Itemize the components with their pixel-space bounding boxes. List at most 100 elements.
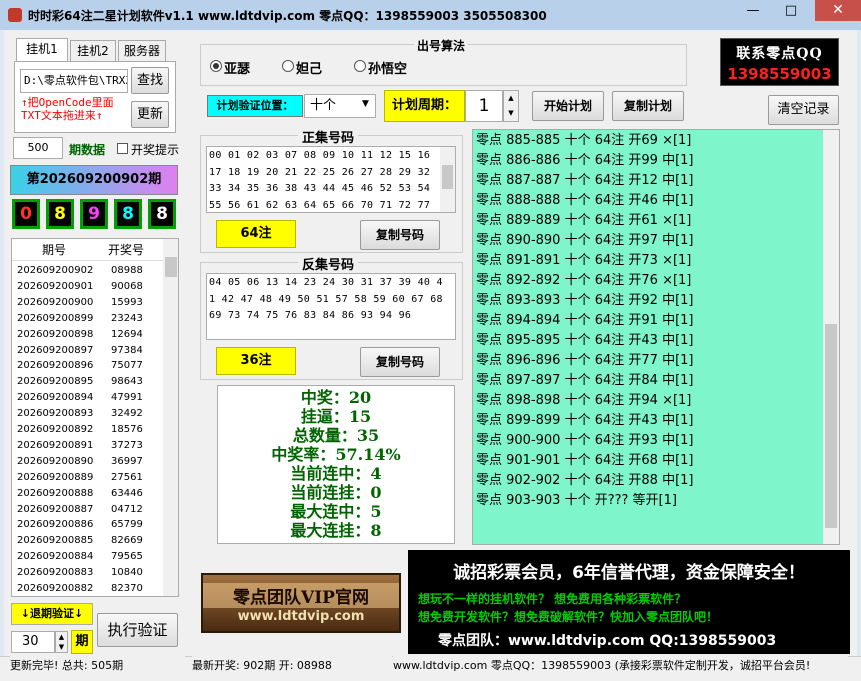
table-row[interactable]: 202609200887 04712	[12, 502, 160, 519]
algo-label-daji: 妲己	[296, 62, 323, 77]
history-number: 75077	[111, 360, 143, 372]
period-button[interactable]: 期	[71, 630, 93, 654]
table-row[interactable]: 202609200885 82669	[12, 533, 160, 550]
minimize-button[interactable]: —	[738, 1, 768, 21]
promo-banner[interactable]: 诚招彩票会员，6年信誉代理，资金保障安全！ 想玩不一样的挂机软件？ 想免费用各种…	[408, 550, 850, 654]
table-row[interactable]: 202609200899 23243	[12, 311, 160, 328]
table-row[interactable]: 202609200895 98643	[12, 374, 160, 391]
history-number: 32492	[111, 408, 143, 420]
log-panel: 零点 885-885 十个 64注 开69 ×[1] 零点 886-886 十个 …	[472, 129, 840, 545]
history-number: 97384	[111, 344, 143, 356]
table-row[interactable]: 202609200890 36997	[12, 454, 160, 471]
history-header-number: 开奖号	[108, 243, 145, 257]
period-count-label: 期数据	[69, 143, 106, 157]
copy-negative-button[interactable]: 复制号码	[360, 347, 440, 377]
history-period: 202609200894	[17, 392, 94, 404]
log-line: 零点 886-886 十个 64注 开99 中[1]	[476, 153, 694, 168]
copy-plan-button[interactable]: 复制计划	[612, 91, 684, 121]
status-left: 更新完毕! 总共: 505期	[10, 656, 185, 681]
positive-scroll-thumb[interactable]	[442, 165, 453, 189]
table-row[interactable]: 202609200886 65799	[12, 517, 160, 534]
table-row[interactable]: 202609200900 15993	[12, 295, 160, 312]
promo-line-2: 想玩不一样的挂机软件？ 想免费用各种彩票软件？	[418, 592, 687, 606]
window-title: 时时彩64注二星计划软件v1.1 www.ldtdvip.com 零点QQ：13…	[28, 9, 547, 23]
period-count-input[interactable]: 500	[13, 137, 63, 159]
history-number: 65799	[111, 519, 143, 531]
start-plan-button[interactable]: 开始计划	[532, 91, 604, 121]
status-mid: 最新开奖: 902期 开: 08988	[192, 656, 392, 681]
log-line: 零点 902-902 十个 64注 开88 中[1]	[476, 473, 694, 488]
positive-scrollbar[interactable]	[440, 147, 455, 212]
negative-numbers-box[interactable]: 04 05 06 13 14 23 24 30 31 37 39 40 41 4…	[206, 273, 456, 340]
algo-radio-yase[interactable]	[210, 60, 222, 72]
table-row[interactable]: 202609200893 32492	[12, 406, 160, 423]
table-row[interactable]: 202609200894 47991	[12, 390, 160, 407]
table-row[interactable]: 202609200897 97384	[12, 343, 160, 360]
vip-banner[interactable]: 零点团队VIP官网 www.ldtdvip.com	[201, 573, 401, 633]
delay-verify-label[interactable]: ↓退期验证↓	[11, 603, 93, 625]
copy-positive-button[interactable]: 复制号码	[360, 220, 440, 250]
promo-line-4: 零点团队：www.ldtdvip.com QQ:1398559003	[438, 633, 777, 649]
update-button[interactable]: 更新	[131, 101, 169, 128]
algo-radio-sunwukong[interactable]	[354, 60, 366, 72]
history-period: 202609200884	[17, 551, 94, 563]
table-row[interactable]: 202609200888 63446	[12, 486, 160, 503]
history-number: 15993	[111, 296, 143, 308]
history-period: 202609200897	[17, 344, 94, 356]
path-input[interactable]: D:\零点软件包\TRXZ	[20, 69, 128, 93]
positive-title: 正集号码	[298, 127, 359, 146]
plan-cycle-label: 计划周期：	[384, 90, 465, 122]
history-scroll-thumb[interactable]	[165, 257, 177, 277]
table-row[interactable]: 202609200882 82370	[12, 581, 160, 596]
history-number: 82370	[111, 583, 143, 594]
log-scroll-thumb[interactable]	[825, 324, 837, 528]
verify-count-input[interactable]: 30	[11, 631, 55, 653]
table-row[interactable]: 202609200891 37273	[12, 438, 160, 455]
table-row[interactable]: 202609200889 27561	[12, 470, 160, 487]
stat-total: 总数量：35	[292, 426, 380, 445]
log-scrollbar[interactable]	[823, 130, 839, 544]
history-number: 27561	[111, 471, 143, 483]
history-number: 98643	[111, 376, 143, 388]
table-row[interactable]: 202609200902 08988	[12, 263, 160, 280]
table-row[interactable]: 202609200884 79565	[12, 549, 160, 566]
positive-numbers-box[interactable]: 00 01 02 03 07 08 09 10 11 12 15 16 17 1…	[206, 146, 456, 213]
digit-4: 8	[114, 199, 142, 229]
table-row[interactable]: 202609200898 12694	[12, 327, 160, 344]
history-rows: 202609200902 08988 202609200901 90068 202609…	[12, 263, 164, 596]
tab-guaji2[interactable]: 挂机2	[70, 40, 116, 62]
digit-2: 8	[46, 199, 74, 229]
clear-log-button[interactable]: 清空记录	[768, 95, 839, 125]
plan-cycle-input[interactable]: 1	[465, 90, 503, 122]
find-button[interactable]: 查找	[131, 67, 169, 94]
algo-radio-daji[interactable]	[282, 60, 294, 72]
history-period: 202609200899	[17, 312, 94, 324]
maximize-button[interactable]: □	[776, 1, 806, 21]
prompt-checkbox[interactable]	[117, 143, 128, 154]
history-period: 202609200891	[17, 439, 94, 451]
table-row[interactable]: 202609200883 10840	[12, 565, 160, 582]
verify-spinner[interactable]: ▲ ▼	[55, 631, 68, 653]
history-period: 202609200888	[17, 487, 94, 499]
digit-5: 8	[148, 199, 176, 229]
history-number: 10840	[111, 567, 143, 579]
log-line: 零点 896-896 十个 64注 开77 中[1]	[476, 353, 694, 368]
table-row[interactable]: 202609200896 75077	[12, 358, 160, 375]
history-period: 202609200886	[17, 519, 94, 531]
tab-guaji1[interactable]: 挂机1	[16, 38, 68, 62]
table-row[interactable]: 202609200892 18576	[12, 422, 160, 439]
close-button[interactable]: ✕	[815, 0, 861, 21]
history-scrollbar[interactable]	[163, 239, 178, 596]
log-line: 零点 885-885 十个 64注 开69 ×[1]	[476, 133, 692, 148]
log-line: 零点 891-891 十个 64注 开73 ×[1]	[476, 253, 692, 268]
positive-numbers: 00 01 02 03 07 08 09 10 11 12 15 16 17 1…	[209, 150, 431, 211]
plan-cycle-spinner[interactable]: ▲ ▼	[503, 90, 519, 122]
table-row[interactable]: 202609200901 90068	[12, 279, 160, 296]
history-period: 202609200889	[17, 471, 94, 483]
plan-pos-label: 计划验证位置：	[207, 95, 303, 117]
tab-server[interactable]: 服务器	[118, 40, 166, 62]
history-number: 37273	[111, 439, 143, 451]
log-line: 零点 893-893 十个 64注 开92 中[1]	[476, 293, 694, 308]
qq-box-title: 联系零点QQ	[736, 46, 823, 62]
execute-verify-button[interactable]: 执行验证	[97, 613, 178, 647]
